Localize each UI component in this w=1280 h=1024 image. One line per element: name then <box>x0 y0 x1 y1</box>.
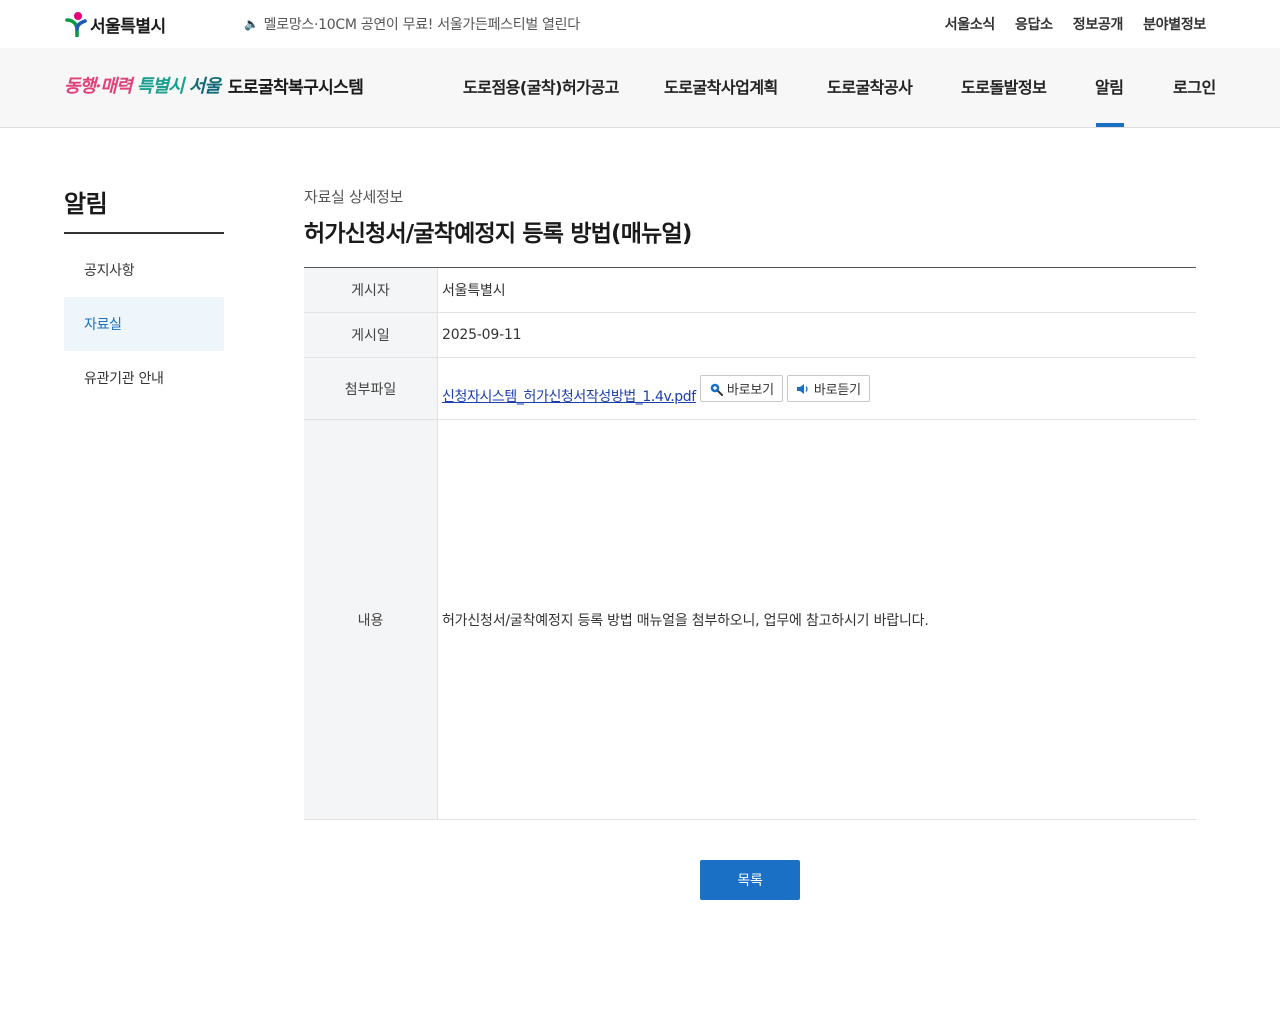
sidebar-item-label: 공지사항 <box>84 263 135 279</box>
util-link-field-info[interactable]: 분야별정보 <box>1143 14 1206 34</box>
slogan-part-3: 서울 <box>188 76 221 97</box>
speaker-icon <box>796 383 808 394</box>
speaker-icon: 🔈 <box>244 17 259 31</box>
table-row-date: 게시일 2025-09-11 <box>304 313 1196 358</box>
util-link-info-disclosure[interactable]: 정보공개 <box>1073 14 1124 34</box>
author-label: 게시자 <box>304 268 438 312</box>
seoul-logo-icon <box>65 12 87 37</box>
nav-login[interactable]: 로그인 <box>1173 74 1216 98</box>
view-button[interactable]: 바로보기 <box>699 375 783 402</box>
nav-notice[interactable]: 알림 <box>1095 74 1124 98</box>
author-value: 서울특별시 <box>442 283 506 299</box>
listen-button-label: 바로듣기 <box>813 383 861 398</box>
main-header: 동행·매력 특별시 서울 도로굴착복구시스템 도로점용(굴착)허가공고 도로굴착… <box>0 48 1280 128</box>
nav-permit-notice[interactable]: 도로점용(굴착)허가공고 <box>463 74 619 98</box>
sidebar-item-notices[interactable]: 공지사항 <box>64 243 224 297</box>
body-label: 내용 <box>304 420 438 819</box>
slogan-part-2: 특별시 <box>136 76 185 97</box>
nav-road-incident[interactable]: 도로돌발정보 <box>961 74 1047 98</box>
news-text[interactable]: 멜로망스·10CM 공연이 무료! 서울가든페스티벌 열린다 <box>264 14 580 34</box>
date-value: 2025-09-11 <box>442 327 522 343</box>
sidebar-divider <box>64 232 224 234</box>
sidebar-item-archive[interactable]: 자료실 <box>64 297 224 351</box>
nav-excavation-plan[interactable]: 도로굴착사업계획 <box>664 74 778 98</box>
util-link-seoul-news[interactable]: 서울소식 <box>945 14 996 34</box>
date-label: 게시일 <box>304 313 438 357</box>
page-title: 허가신청서/굴착예정지 등록 방법(매뉴얼) <box>304 221 692 247</box>
sidebar-item-label: 자료실 <box>84 317 122 333</box>
nav-active-indicator <box>1096 123 1124 127</box>
util-link-response[interactable]: 응답소 <box>1015 14 1053 34</box>
sidebar-item-label: 유관기관 안내 <box>84 371 164 387</box>
news-ticker[interactable]: 🔈 멜로망스·10CM 공연이 무료! 서울가든페스티벌 열린다 <box>244 14 580 34</box>
attachment-file-link[interactable]: 신청자시스템_허가신청서작성방법_1.4v.pdf <box>442 386 696 406</box>
table-row-author: 게시자 서울특별시 <box>304 268 1196 313</box>
attachment-cell: 신청자시스템_허가신청서작성방법_1.4v.pdf 바로보기 바로듣기 <box>438 358 1196 419</box>
list-button[interactable]: 목록 <box>700 860 800 900</box>
view-button-label: 바로보기 <box>726 383 774 398</box>
nav-excavation-work[interactable]: 도로굴착공사 <box>827 74 913 98</box>
system-name: 도로굴착복구시스템 <box>227 77 364 98</box>
detail-table: 게시자 서울특별시 게시일 2025-09-11 첨부파일 신청자시스템_허가신… <box>304 267 1196 820</box>
utility-links: 서울소식 응답소 정보공개 분야별정보 <box>945 14 1207 34</box>
sidebar-item-related-agencies[interactable]: 유관기관 안내 <box>64 351 224 405</box>
seoul-logo[interactable]: 서울특별시 <box>64 10 166 38</box>
table-row-body: 내용 허가신청서/굴착예정지 등록 방법 매뉴얼을 첨부하오니, 업무에 참고하… <box>304 420 1196 820</box>
listen-button[interactable]: 바로듣기 <box>786 375 870 402</box>
table-row-attachment: 첨부파일 신청자시스템_허가신청서작성방법_1.4v.pdf 바로보기 바로듣기 <box>304 358 1196 420</box>
body-value: 허가신청서/굴착예정지 등록 방법 매뉴얼을 첨부하오니, 업무에 참고하시기 … <box>442 612 929 629</box>
sidebar-title: 알림 <box>64 190 108 218</box>
attachment-label: 첨부파일 <box>304 358 438 419</box>
brand-slogan: 동행·매력 특별시 서울 <box>64 72 221 98</box>
slogan-part-1: 동행·매력 <box>64 76 133 97</box>
seoul-logo-text: 서울특별시 <box>90 16 166 37</box>
magnifier-icon <box>710 383 723 396</box>
brand-logo[interactable]: 동행·매력 특별시 서울 도로굴착복구시스템 <box>64 68 364 102</box>
top-utility-bar: 서울특별시 🔈 멜로망스·10CM 공연이 무료! 서울가든페스티벌 열린다 서… <box>0 0 1280 48</box>
breadcrumb: 자료실 상세정보 <box>304 188 403 206</box>
